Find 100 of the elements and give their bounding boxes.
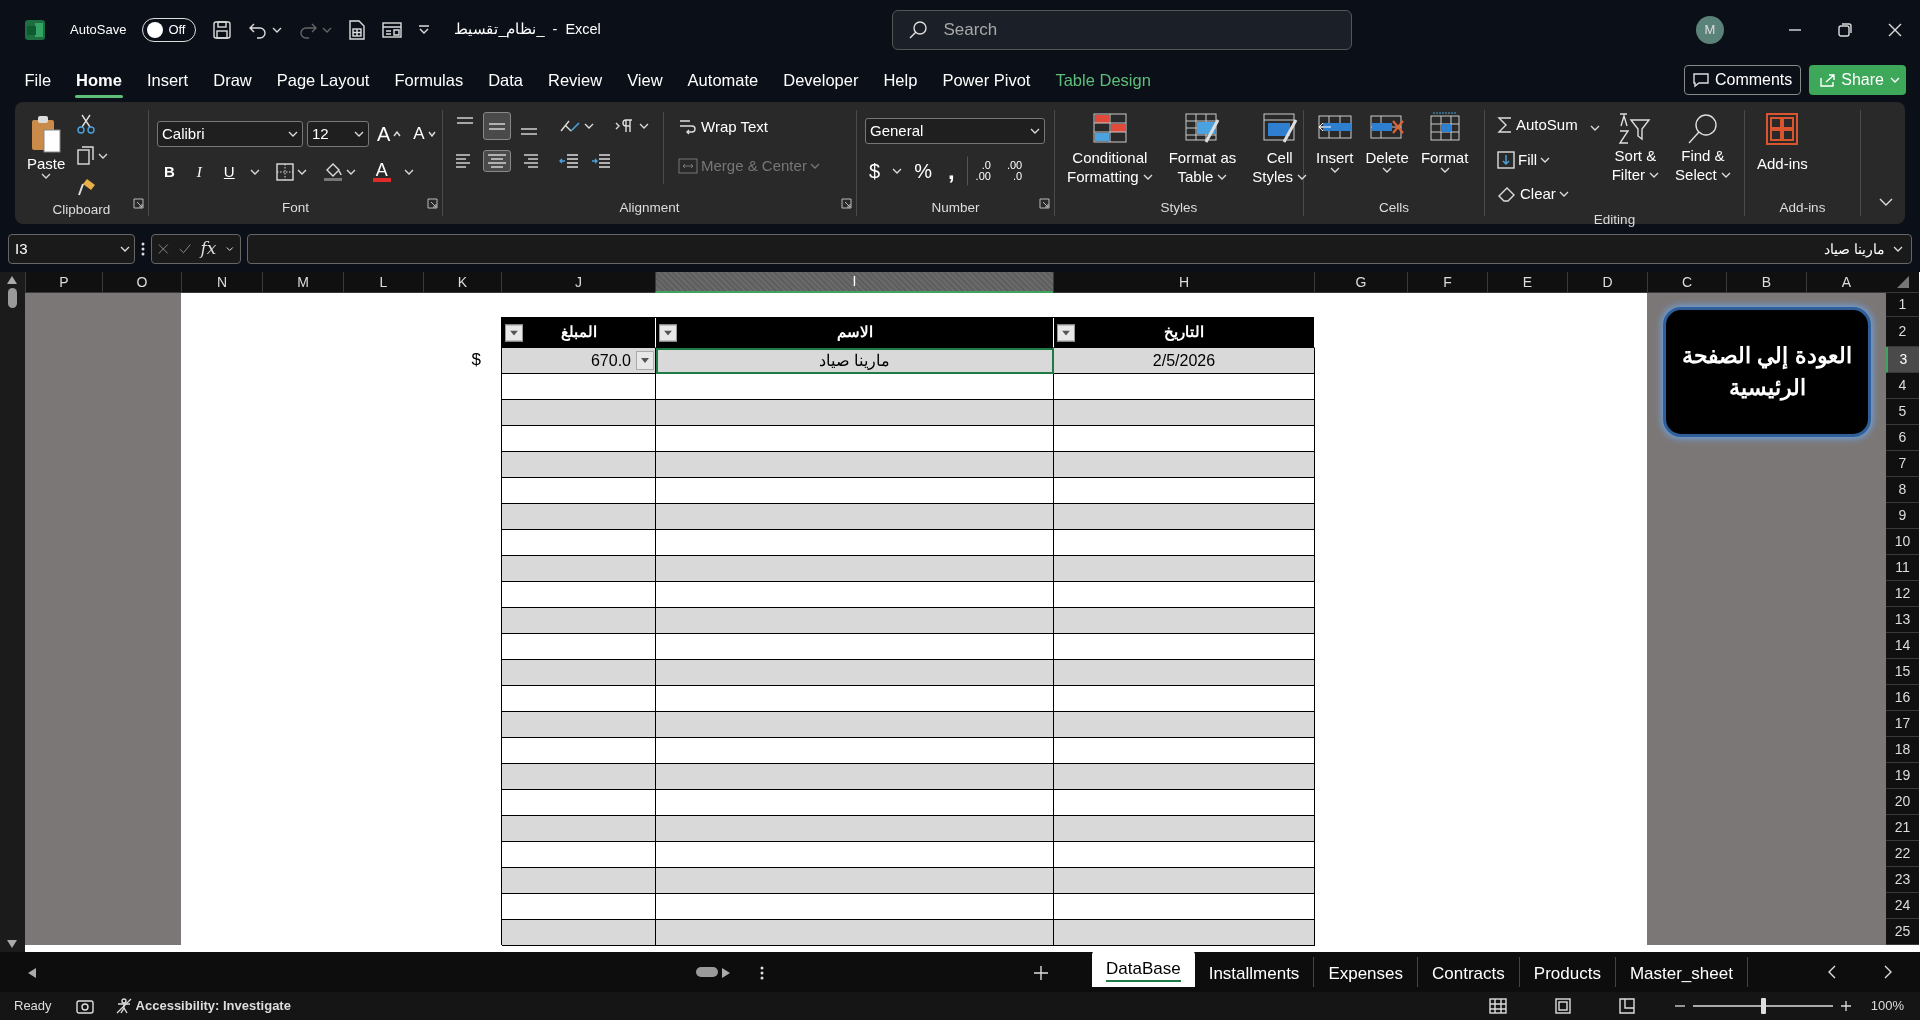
enter-icon[interactable] (178, 242, 191, 256)
row-header[interactable]: 20 (1886, 789, 1919, 815)
column-header[interactable]: J (501, 272, 655, 293)
dialog-launcher-icon[interactable] (1039, 198, 1050, 210)
row-header[interactable]: 9 (1886, 503, 1919, 529)
row-header[interactable]: 6 (1886, 425, 1919, 451)
column-header[interactable]: A (1806, 272, 1886, 293)
ribbon-tab[interactable]: Developer (770, 63, 871, 97)
row-header[interactable]: 8 (1886, 477, 1919, 503)
column-header[interactable]: H (1053, 272, 1314, 293)
font-color-button[interactable]: A (367, 161, 396, 183)
sheet-tab[interactable]: Products (1519, 957, 1616, 987)
row-header[interactable]: 7 (1886, 451, 1919, 477)
column-header[interactable]: D (1567, 272, 1647, 293)
scrollbar-thumb[interactable] (8, 288, 17, 308)
accessibility-status[interactable]: Accessibility: Investigate (135, 996, 291, 1016)
row-header[interactable]: 10 (1886, 529, 1919, 555)
column-header[interactable]: P (25, 272, 102, 293)
row-header[interactable]: 24 (1886, 893, 1919, 919)
scrollbar-thumb[interactable] (696, 967, 718, 977)
comma-style-button[interactable]: , (943, 159, 959, 183)
column-header[interactable]: K (423, 272, 501, 293)
more-icon[interactable] (141, 241, 145, 257)
ribbon-tab[interactable]: Power Pivot (929, 63, 1043, 97)
add-ins-button[interactable]: Add-ins (1753, 110, 1812, 175)
decrease-decimal-button[interactable]: .00 .0 (1002, 156, 1027, 186)
collapse-ribbon-icon[interactable] (1879, 197, 1893, 206)
ribbon-tab[interactable]: Page Layout (264, 63, 382, 97)
zoom-in-icon[interactable] (1840, 1001, 1851, 1011)
row-header[interactable]: 21 (1886, 815, 1919, 841)
document-icon[interactable] (348, 20, 367, 40)
style-gallery-button[interactable]: Cell Styles (1248, 110, 1312, 188)
grow-font-button[interactable]: A (373, 118, 406, 150)
sheet-tab[interactable]: Installments (1194, 957, 1315, 987)
column-header[interactable]: L (343, 272, 423, 293)
column-header[interactable]: E (1487, 272, 1567, 293)
zoom-slider-thumb[interactable] (1760, 998, 1766, 1014)
ribbon-tab[interactable]: Help (870, 63, 930, 97)
validation-dropdown-button[interactable] (636, 351, 654, 370)
back-to-home-button[interactable]: العودة إلي الصفحة الرئيسية (1663, 307, 1871, 437)
sheet-tab[interactable]: Contracts (1418, 957, 1520, 987)
cells-button[interactable]: Delete (1361, 110, 1413, 175)
next-sheet-icon[interactable] (1884, 965, 1892, 979)
save-icon[interactable] (212, 20, 233, 40)
ribbon-tab[interactable]: Data (475, 63, 536, 97)
find-select-button[interactable]: Find & Select (1671, 110, 1735, 210)
row-header[interactable]: 22 (1886, 841, 1919, 867)
row-header[interactable]: 19 (1886, 763, 1919, 789)
row-header[interactable]: 3 (1886, 347, 1919, 373)
sheet-tab[interactable]: Expenses (1314, 957, 1419, 987)
scroll-left-icon[interactable] (28, 967, 36, 978)
form-icon[interactable] (382, 21, 403, 39)
ribbon-tab[interactable]: Insert (134, 63, 201, 97)
row-header[interactable]: 12 (1886, 581, 1919, 607)
column-header[interactable]: G (1314, 272, 1407, 293)
decrease-indent-icon[interactable] (559, 152, 579, 170)
zoom-level[interactable]: 100% (1870, 996, 1904, 1016)
ribbon-tab[interactable]: Review (535, 63, 615, 97)
row-header[interactable]: 2 (1886, 317, 1919, 347)
page-layout-view-icon[interactable] (1554, 998, 1571, 1014)
row-header[interactable]: 17 (1886, 711, 1919, 737)
page-break-view-icon[interactable] (1618, 998, 1635, 1014)
column-header[interactable]: M (262, 272, 343, 293)
add-sheet-icon[interactable] (1034, 965, 1048, 980)
scroll-right-icon[interactable] (722, 967, 730, 978)
column-header[interactable]: F (1407, 272, 1487, 293)
row-header[interactable]: 5 (1886, 399, 1919, 425)
ribbon-tab[interactable]: Draw (200, 63, 265, 97)
row-header[interactable]: 18 (1886, 737, 1919, 763)
column-header[interactable]: C (1647, 272, 1726, 293)
row-header[interactable]: 13 (1886, 607, 1919, 633)
sheet-tab[interactable]: Master_sheet (1615, 957, 1748, 987)
cancel-icon[interactable] (158, 242, 169, 256)
fill-color-icon[interactable] (322, 162, 343, 182)
style-gallery-button[interactable]: Conditional Formatting (1063, 110, 1157, 188)
wrap-text-button[interactable]: Wrap Text (674, 112, 824, 143)
dialog-launcher-icon[interactable] (427, 198, 438, 210)
scroll-up-icon[interactable] (7, 276, 17, 284)
row-header[interactable]: 16 (1886, 685, 1919, 711)
ribbon-tab[interactable]: Table Design (1042, 63, 1164, 97)
scroll-down-icon[interactable] (7, 940, 17, 948)
column-header[interactable]: B (1726, 272, 1806, 293)
style-gallery-button[interactable]: Format as Table (1164, 110, 1241, 188)
formula-field[interactable]: مارينا صياد (247, 234, 1912, 264)
ribbon-tab[interactable]: Automate (675, 63, 771, 97)
accessibility-icon[interactable] (115, 998, 132, 1014)
select-all-corner[interactable] (1886, 272, 1919, 293)
row-header[interactable]: 4 (1886, 373, 1919, 399)
comments-button[interactable]: Comments (1683, 65, 1802, 95)
name-box[interactable]: I3 (8, 234, 135, 264)
sort-filter-button[interactable]: Sort & Filter (1607, 110, 1664, 210)
vertical-align-button[interactable] (483, 112, 511, 140)
clear-button[interactable]: Clear (1493, 179, 1582, 210)
ribbon-tab[interactable]: Formulas (381, 63, 476, 97)
fill-button[interactable]: Fill (1493, 144, 1582, 175)
more-icon[interactable] (760, 964, 764, 981)
row-header[interactable]: 25 (1886, 919, 1919, 945)
row-header[interactable]: 15 (1886, 659, 1919, 685)
bold-button[interactable]: B (157, 159, 182, 185)
autosum-button[interactable]: AutoSum (1493, 110, 1582, 141)
